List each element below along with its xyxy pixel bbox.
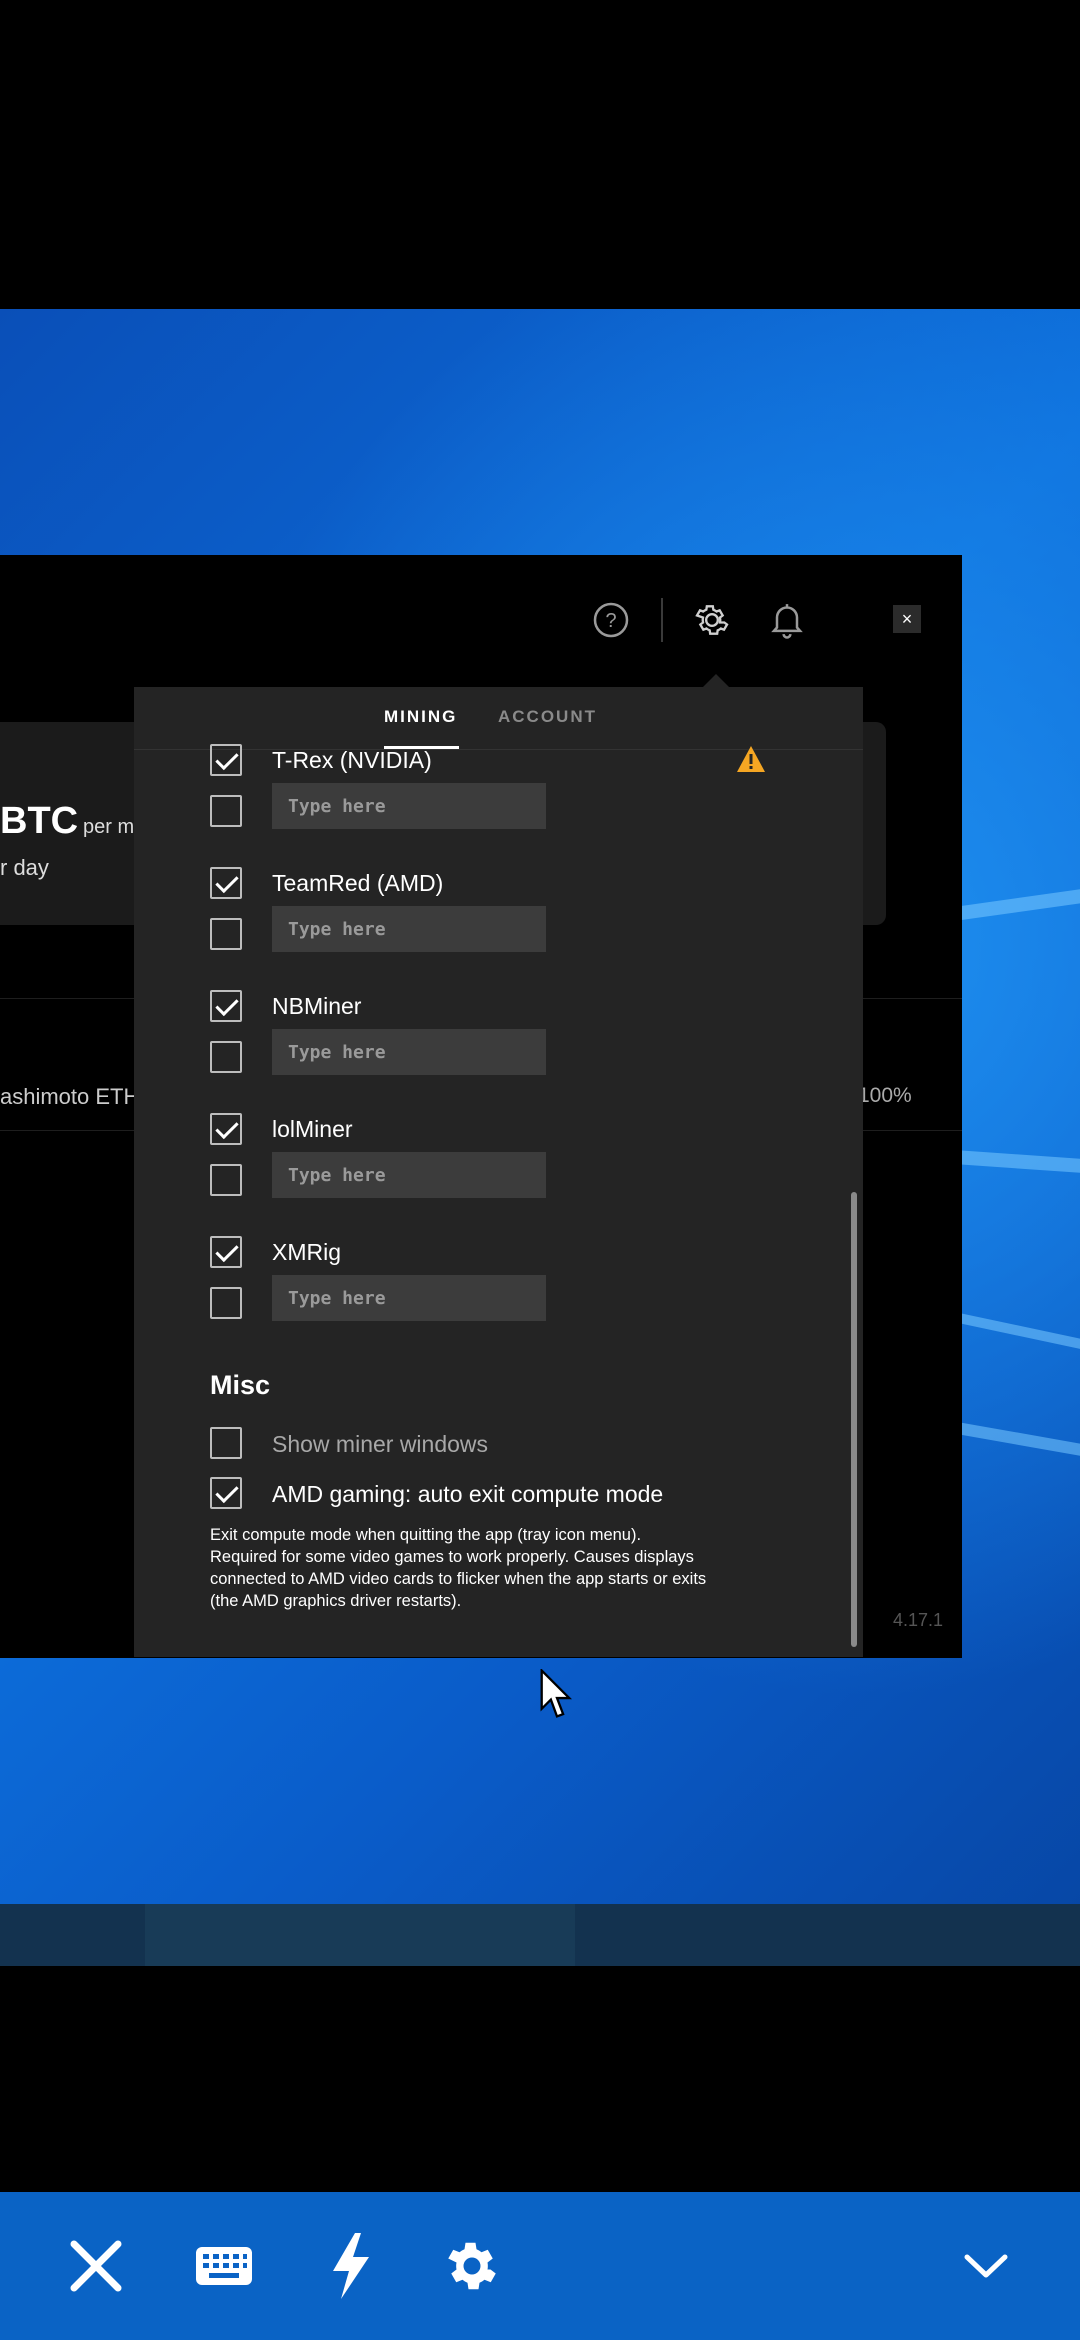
settings-popup: MINING ACCOUNT T-Rex (NVIDIA) TeamRed (A…: [134, 687, 863, 1657]
amd-gaming-checkbox[interactable]: [210, 1477, 242, 1509]
miner-extra-params-checkbox[interactable]: [210, 795, 242, 827]
miner-extra-params-input[interactable]: [272, 906, 546, 952]
algorithm-label: ashimoto ETH: [0, 1084, 140, 1109]
windows-taskbar: [0, 1904, 1080, 1966]
miner-name: NBMiner: [272, 993, 362, 1019]
close-icon: [70, 2240, 122, 2292]
miner-name: lolMiner: [272, 1116, 353, 1142]
rate-period: per m: [83, 816, 135, 838]
miner-enable-checkbox[interactable]: [210, 867, 242, 899]
settings-tabs: MINING ACCOUNT: [134, 687, 863, 750]
tab-account[interactable]: ACCOUNT: [498, 707, 597, 727]
keyboard-icon: [196, 2247, 252, 2285]
miner-extra-params-checkbox[interactable]: [210, 1041, 242, 1073]
svg-text:?: ?: [605, 610, 616, 632]
header-separator: [661, 598, 663, 642]
toolbar-collapse-button[interactable]: [946, 2192, 1026, 2340]
description-line: Required for some video games to work pr…: [210, 1548, 694, 1566]
percent-value: 100%: [858, 1084, 912, 1107]
miner-extra-params-checkbox[interactable]: [210, 1287, 242, 1319]
description-line: connected to AMD video cards to flicker …: [210, 1570, 707, 1588]
toolbar-close-button[interactable]: [56, 2192, 136, 2340]
miner-name: TeamRed (AMD): [272, 870, 444, 896]
description-line: Exit compute mode when quitting the app …: [210, 1526, 642, 1544]
miner-extra-params-input[interactable]: [272, 1029, 546, 1075]
window-close-button[interactable]: ×: [893, 605, 921, 633]
show-miner-windows-checkbox[interactable]: [210, 1427, 242, 1459]
miner-extra-params-checkbox[interactable]: [210, 1164, 242, 1196]
lightning-icon: [333, 2233, 369, 2299]
balance-currency: BTC: [0, 800, 79, 842]
miner-name: XMRig: [272, 1239, 342, 1265]
miner-enable-checkbox[interactable]: [210, 990, 242, 1022]
miner-extra-params-input[interactable]: [272, 783, 546, 829]
help-circle-icon[interactable]: ?: [592, 601, 630, 644]
miner-enable-checkbox[interactable]: [210, 1113, 242, 1145]
toolbar-actions-button[interactable]: [310, 2192, 390, 2340]
miner-extra-params-input[interactable]: [272, 1275, 546, 1321]
gear-icon[interactable]: [692, 600, 732, 645]
chevron-down-icon: [964, 2254, 1008, 2278]
bell-icon[interactable]: [767, 599, 807, 646]
miner-extra-params-input[interactable]: [272, 1152, 546, 1198]
amd-gaming-label: AMD gaming: auto exit compute mode: [272, 1481, 664, 1507]
miner-enable-checkbox[interactable]: [210, 744, 242, 776]
settings-scrollbar-thumb[interactable]: [851, 1192, 857, 1647]
toolbar-settings-button[interactable]: [432, 2192, 512, 2340]
tab-mining[interactable]: MINING: [384, 707, 457, 727]
miner-extra-params-checkbox[interactable]: [210, 918, 242, 950]
miner-enable-checkbox[interactable]: [210, 1236, 242, 1268]
miner-name: T-Rex (NVIDIA): [272, 747, 432, 773]
per-day-label: r day: [0, 855, 49, 880]
app-version: 4.17.1: [893, 1610, 944, 1630]
remote-toolbar: [0, 2192, 1080, 2340]
warning-icon: [735, 744, 767, 779]
gear-icon: [448, 2242, 496, 2290]
misc-heading: Misc: [210, 1370, 271, 1400]
amd-gaming-description: Exit compute mode when quitting the app …: [210, 1524, 800, 1612]
popup-caret: [702, 674, 730, 688]
show-miner-windows-label: Show miner windows: [272, 1431, 489, 1457]
mouse-cursor-icon: [540, 1667, 574, 1726]
description-line: (the AMD graphics driver restarts).: [210, 1592, 462, 1610]
toolbar-keyboard-button[interactable]: [184, 2192, 264, 2340]
